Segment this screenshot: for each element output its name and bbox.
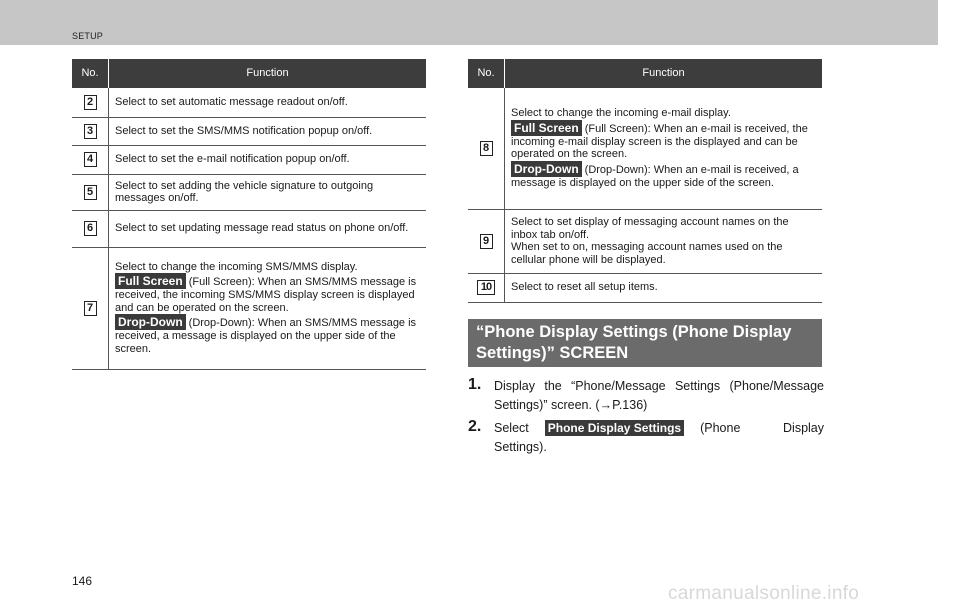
col-header-no: No.	[72, 59, 109, 88]
table-row: 7 Select to change the incoming SMS/MMS …	[72, 247, 426, 370]
table-row: 9 Select to set display of messaging acc…	[468, 209, 822, 274]
step-number: 1.	[468, 376, 482, 393]
row-number: 2	[83, 94, 97, 110]
row-number: 3	[83, 123, 97, 139]
drop-down-tag: Drop-Down	[511, 160, 582, 177]
table-row: 5 Select to set adding the vehicle signa…	[72, 174, 426, 211]
step-text-before: Select	[494, 421, 529, 435]
row-function: Select to set updating message read stat…	[108, 210, 426, 248]
row-number: 9	[479, 233, 493, 249]
row-function: Select to change the incoming e-mail dis…	[504, 88, 822, 210]
table-row: 8 Select to change the incoming e-mail d…	[468, 88, 822, 210]
table-row: 4 Select to set the e-mail notification …	[72, 145, 426, 175]
header-bar: SETUP	[0, 0, 938, 45]
row-function: Select to set adding the vehicle signatu…	[108, 174, 426, 211]
col-header-no: No.	[468, 59, 505, 88]
steps-list: 1. Display the “Phone/Message Settings (…	[468, 376, 824, 461]
settings-table-right: No. Function 8 Select to change the inco…	[468, 59, 822, 303]
row-number: 4	[83, 152, 97, 167]
step-text: Display the “Phone/Message Settings (Pho…	[494, 379, 824, 412]
full-screen-tag: Full Screen	[511, 119, 582, 136]
table-row: 2 Select to set automatic message readou…	[72, 88, 426, 118]
step-item: 2. Select Phone Display Settings (Phone Di…	[468, 418, 824, 457]
table-header-row: No. Function	[468, 59, 822, 88]
row-text: Select to set display of messaging accou…	[511, 216, 789, 241]
row-function: Select to reset all setup items.	[504, 273, 822, 303]
row-intro: Select to change the incoming e-mail dis…	[511, 107, 731, 120]
step-number: 2.	[468, 418, 482, 435]
row-number: 5	[83, 184, 97, 200]
row-function: Select to set the e-mail notification po…	[108, 145, 426, 175]
drop-down-tag: Drop-Down	[115, 314, 186, 331]
row-text-2: When set to on, messaging account names …	[511, 241, 783, 266]
step-item: 1. Display the “Phone/Message Settings (…	[468, 376, 824, 415]
row-number: 8	[479, 140, 493, 156]
table-row: 6 Select to set updating message read st…	[72, 210, 426, 248]
row-function: Select to set the SMS/MMS notification p…	[108, 117, 426, 146]
table-row: 10 Select to reset all setup items.	[468, 273, 822, 303]
row-function: Select to set automatic message readout …	[108, 88, 426, 118]
table-row: 3 Select to set the SMS/MMS notification…	[72, 117, 426, 146]
full-screen-tag: Full Screen	[115, 273, 186, 290]
row-function: Select to change the incoming SMS/MMS di…	[108, 247, 426, 370]
table-header-row: No. Function	[72, 59, 426, 88]
section-heading: “Phone Display Settings (Phone Display S…	[468, 319, 822, 367]
row-number: 7	[83, 300, 97, 316]
row-intro: Select to change the incoming SMS/MMS di…	[115, 260, 358, 273]
section-title: SETUP	[72, 31, 104, 41]
settings-table-left: No. Function 2 Select to set automatic m…	[72, 59, 426, 370]
row-number: 6	[83, 221, 97, 236]
phone-display-settings-button[interactable]: Phone Display Settings	[544, 420, 685, 436]
row-number: 10	[477, 280, 495, 295]
page-number: 146	[72, 574, 93, 588]
col-header-function: Function	[108, 59, 426, 88]
col-header-function: Function	[504, 59, 822, 88]
watermark: carmanualsonline.info	[668, 583, 860, 604]
row-function: Select to set display of messaging accou…	[504, 209, 822, 274]
